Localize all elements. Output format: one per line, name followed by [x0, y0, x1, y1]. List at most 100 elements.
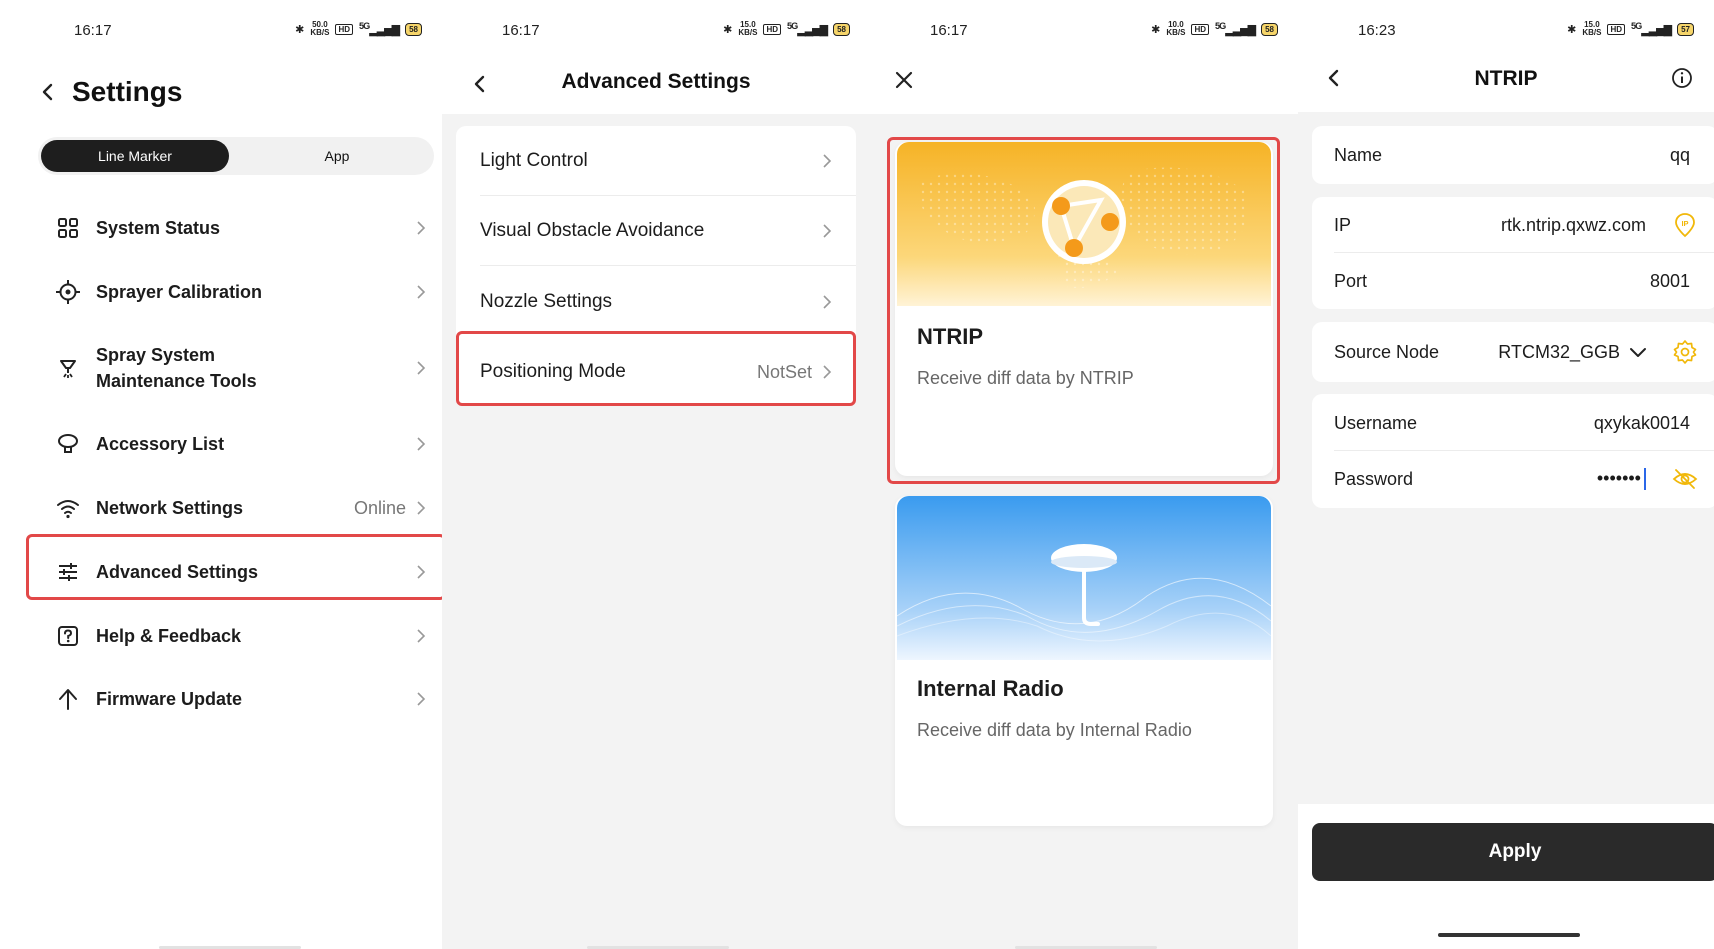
chevron-right-icon: [823, 295, 832, 309]
sliders-icon: [59, 563, 77, 581]
info-icon[interactable]: [1670, 66, 1694, 90]
battery-icon: 57: [1677, 22, 1694, 36]
name-field[interactable]: Name qq: [1312, 127, 1714, 183]
status-bar: 16:17 ✱ 15.0 KB/S HD 5G▂▃▅▇ 58: [442, 18, 870, 42]
accessory-icon: [58, 434, 78, 453]
page-title: Settings: [72, 76, 183, 107]
password-input[interactable]: •••••••: [1597, 468, 1646, 491]
hd-badge: HD: [1191, 23, 1210, 35]
menu-label: Spray System Maintenance Tools: [96, 345, 257, 391]
tab-line-marker[interactable]: Line Marker: [41, 140, 229, 172]
menu-label: Firmware Update: [96, 689, 243, 709]
close-icon[interactable]: [892, 68, 916, 92]
help-icon: [58, 626, 78, 646]
chevron-right-icon: [823, 224, 832, 238]
status-time: 16:17: [930, 22, 968, 39]
menu-label: Network Settings: [96, 498, 244, 518]
battery-icon: 58: [1261, 22, 1278, 36]
username-field[interactable]: Username qxykak0014: [1312, 395, 1714, 451]
advanced-settings-screen: 16:17 ✱ 15.0 KB/S HD 5G▂▃▅▇ 58 Advanced S…: [442, 0, 870, 949]
ip-value[interactable]: rtk.ntrip.qxwz.com: [1501, 215, 1646, 236]
mode-card-internal-radio[interactable]: Internal Radio Receive diff data by Inte…: [895, 496, 1273, 826]
mode-title: Internal Radio: [917, 676, 1064, 701]
ip-field[interactable]: IP rtk.ntrip.qxwz.com IP: [1312, 197, 1714, 253]
bluetooth-icon: ✱: [1151, 23, 1161, 36]
chevron-right-icon: [823, 154, 832, 168]
home-indicator: [1438, 933, 1580, 937]
chevron-right-icon: [417, 361, 426, 375]
field-label: Port: [1334, 270, 1368, 291]
settings-gear-icon[interactable]: [1672, 339, 1698, 365]
upload-icon: [59, 689, 77, 710]
chevron-right-icon: [417, 565, 426, 579]
row-nozzle-settings[interactable]: Nozzle Settings: [456, 267, 856, 337]
net-speed: 15.0 KB/S: [738, 20, 758, 37]
row-visual-obstacle-avoidance[interactable]: Visual Obstacle Avoidance: [456, 196, 856, 266]
hd-badge: HD: [335, 23, 354, 35]
chevron-down-icon[interactable]: [1628, 342, 1648, 362]
highlight-box: [887, 137, 1280, 484]
net-speed: 50.0 KB/S: [310, 20, 330, 37]
chevron-right-icon: [417, 437, 426, 451]
battery-icon: 58: [833, 22, 850, 36]
top-bar: [1298, 0, 1714, 112]
wifi-icon: [57, 500, 79, 519]
field-label: Password: [1334, 468, 1414, 489]
menu-system-status[interactable]: System Status: [38, 213, 442, 243]
menu-label: Sprayer Calibration: [96, 282, 263, 302]
bluetooth-icon: ✱: [1567, 23, 1577, 36]
row-label: Visual Obstacle Avoidance: [480, 220, 705, 241]
bluetooth-icon: ✱: [295, 23, 305, 36]
row-label: Nozzle Settings: [480, 291, 613, 312]
menu-network-settings[interactable]: Network Settings Online: [38, 493, 442, 523]
network-status-value: Online: [353, 497, 406, 518]
highlight-box: [456, 331, 856, 406]
eye-off-icon[interactable]: [1672, 466, 1698, 492]
menu-help-feedback[interactable]: Help & Feedback: [38, 621, 442, 651]
menu-label: Advanced Settings: [96, 562, 259, 582]
password-field[interactable]: Password •••••••: [1312, 451, 1714, 507]
menu-spray-maintenance[interactable]: Spray System Maintenance Tools: [38, 340, 442, 396]
ip-location-icon[interactable]: IP: [1672, 212, 1698, 238]
status-bar: 16:17 ✱ 10.0 KB/S HD 5G▂▃▅▇ 58: [870, 18, 1298, 42]
status-bar: 16:23 ✱ 15.0 KB/S HD 5G▂▃▅▇ 57: [1298, 18, 1714, 42]
apply-button[interactable]: Apply: [1312, 823, 1714, 881]
menu-accessory-list[interactable]: Accessory List: [38, 429, 442, 459]
positioning-mode-screen: 16:17 ✱ 10.0 KB/S HD 5G▂▃▅▇ 58 NTRIP Rec…: [870, 0, 1298, 949]
signal-icon: 5G▂▃▅▇: [1215, 21, 1256, 37]
menu-advanced-settings[interactable]: Advanced Settings: [38, 557, 442, 587]
svg-text:IP: IP: [1681, 219, 1688, 228]
menu-label: Help & Feedback: [96, 626, 242, 646]
field-label: Username: [1334, 412, 1418, 433]
tab-app[interactable]: App: [243, 140, 431, 172]
chevron-right-icon: [417, 285, 426, 299]
row-light-control[interactable]: Light Control: [456, 126, 856, 196]
credentials-card: Username qxykak0014 Password •••••••: [1312, 394, 1714, 508]
name-value[interactable]: qq: [1670, 145, 1690, 166]
nozzle-icon: [60, 360, 76, 378]
menu-sprayer-calibration[interactable]: Sprayer Calibration: [38, 277, 442, 307]
divider: [480, 265, 856, 266]
settings-screen: 16:17 ✱ 50.0 KB/S HD 5G▂▃▅▇ 58 Settings L…: [14, 0, 442, 949]
text-cursor: [1644, 468, 1646, 491]
target-icon: [56, 280, 80, 304]
signal-icon: 5G▂▃▅▇: [359, 21, 400, 37]
source-node-field[interactable]: Source Node RTCM32_GGB: [1312, 324, 1714, 380]
signal-icon: 5G▂▃▅▇: [1631, 21, 1672, 37]
name-card: Name qq: [1312, 126, 1714, 184]
menu-label: System Status: [96, 218, 221, 238]
source-node-value[interactable]: RTCM32_GGB: [1498, 342, 1620, 363]
username-value[interactable]: qxykak0014: [1594, 413, 1690, 434]
bluetooth-icon: ✱: [723, 23, 733, 36]
menu-label: Accessory List: [96, 434, 225, 454]
row-label: Light Control: [480, 150, 588, 171]
port-field[interactable]: Port 8001: [1312, 253, 1714, 309]
net-speed: 15.0 KB/S: [1582, 20, 1602, 37]
grid-icon: [58, 218, 78, 238]
chevron-right-icon: [417, 692, 426, 706]
back-icon[interactable]: [38, 80, 58, 104]
status-time: 16:17: [74, 22, 112, 39]
menu-firmware-update[interactable]: Firmware Update: [38, 684, 442, 714]
port-value[interactable]: 8001: [1650, 271, 1690, 292]
signal-icon: 5G▂▃▅▇: [787, 21, 828, 37]
